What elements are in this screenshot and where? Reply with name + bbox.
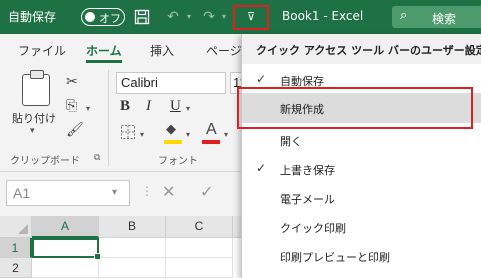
save-button[interactable] [132, 0, 152, 34]
underline-dropdown-icon[interactable]: ▾ [186, 104, 190, 113]
tab-page-layout[interactable]: ページ [206, 42, 242, 59]
fill-color-bar [164, 140, 182, 144]
save-icon [134, 9, 150, 25]
paste-button-label[interactable]: 貼り付け [12, 110, 56, 126]
group-separator [108, 70, 109, 166]
column-header[interactable]: A [32, 216, 99, 238]
customize-qat-button[interactable]: ⊽ [233, 5, 269, 30]
check-icon: ✓ [256, 72, 267, 86]
menu-item-label: 上書き保存 [280, 164, 335, 177]
customize-qat-menu: クイック アクセス ツール バーのユーザー設定 ✓ 自動保存 新規作成 開く ✓… [241, 34, 481, 278]
select-all-button[interactable] [0, 216, 32, 238]
search-icon: ⌕ [400, 8, 408, 23]
format-painter-icon[interactable]: 🖌 [66, 122, 84, 138]
toggle-knob [85, 11, 95, 22]
borders-dropdown-icon[interactable]: ▾ [140, 130, 144, 139]
menu-item-print-preview[interactable]: 印刷プレビューと印刷 [242, 241, 481, 271]
search-box[interactable]: ⌕ 検索 [392, 6, 481, 28]
cell[interactable] [166, 238, 233, 258]
cut-icon[interactable]: ✂ [66, 74, 78, 90]
borders-icon [121, 125, 135, 139]
bold-button[interactable]: B [120, 98, 130, 115]
font-color-dropdown-icon[interactable]: ▾ [224, 130, 228, 139]
paste-icon[interactable] [22, 70, 50, 106]
menu-item-label: 電子メール [280, 193, 335, 206]
tab-insert[interactable]: 挿入 [150, 42, 174, 59]
fill-color-icon[interactable]: ◆ [166, 122, 176, 137]
font-name-combo[interactable]: Calibri [116, 72, 226, 94]
copy-dropdown-icon[interactable]: ▾ [86, 104, 90, 113]
tab-home[interactable]: ホーム [86, 42, 122, 59]
enter-icon[interactable]: ✓ [200, 182, 213, 201]
undo-dropdown-icon[interactable]: ▾ [184, 0, 194, 34]
copy-icon[interactable]: ⎘ [66, 98, 77, 114]
menu-item-quick-print[interactable]: クイック印刷 [242, 212, 481, 242]
cell[interactable] [99, 238, 166, 258]
menu-item-label: クイック印刷 [280, 222, 346, 235]
borders-button[interactable] [120, 124, 136, 144]
tab-home-underline [86, 60, 122, 63]
name-box-dropdown-icon[interactable]: ▾ [112, 180, 117, 206]
menu-item-label: 印刷プレビューと印刷 [280, 251, 390, 264]
customize-qat-icon: ⊽ [246, 10, 256, 23]
column-header[interactable]: C [166, 216, 233, 238]
highlight-annotation [237, 87, 473, 129]
row-header[interactable]: 1 [0, 238, 32, 258]
fill-color-dropdown-icon[interactable]: ▾ [186, 130, 190, 139]
font-group-label: フォント [158, 156, 198, 167]
cell[interactable] [166, 258, 233, 278]
paste-dropdown-icon[interactable]: ▾ [30, 126, 35, 136]
formula-bar-grip[interactable]: ⋮ [141, 184, 153, 198]
undo-button[interactable]: ↶ [162, 0, 184, 34]
clipboard-group-label: クリップボード [10, 156, 80, 167]
underline-button[interactable]: U [170, 98, 181, 115]
menu-item-email[interactable]: 電子メール [242, 183, 481, 213]
column-header[interactable]: B [99, 216, 166, 238]
menu-header: クイック アクセス ツール バーのユーザー設定 [242, 34, 481, 64]
font-color-icon[interactable]: A [206, 121, 217, 139]
cancel-icon[interactable]: ✕ [162, 182, 175, 201]
check-icon: ✓ [256, 161, 267, 175]
italic-button[interactable]: I [146, 98, 151, 115]
autosave-label: 自動保存 [8, 10, 57, 24]
autosave-state: オフ [99, 12, 121, 25]
title-bar: 自動保存 オフ ↶ ▾ ↷ ▾ ⊽ Book1 - Excel ⌕ 検索 [0, 0, 481, 34]
menu-item-save[interactable]: ✓ 上書き保存 [242, 154, 481, 184]
clipboard-launcher-icon[interactable]: ⧉ [94, 153, 100, 163]
redo-dropdown-icon[interactable]: ▾ [219, 0, 229, 34]
document-title: Book1 - Excel [282, 9, 364, 23]
tab-file[interactable]: ファイル [18, 42, 66, 59]
font-color-bar [202, 140, 220, 144]
search-label: 検索 [432, 12, 457, 26]
cell[interactable] [32, 258, 99, 278]
menu-item-open[interactable]: 開く [242, 125, 481, 155]
menu-item-label: 開く [280, 135, 302, 148]
row-header[interactable]: 2 [0, 258, 32, 278]
active-cell[interactable] [32, 238, 101, 260]
cell[interactable] [99, 258, 166, 278]
autosave-toggle[interactable]: オフ [81, 8, 125, 26]
redo-button[interactable]: ↷ [198, 0, 220, 34]
